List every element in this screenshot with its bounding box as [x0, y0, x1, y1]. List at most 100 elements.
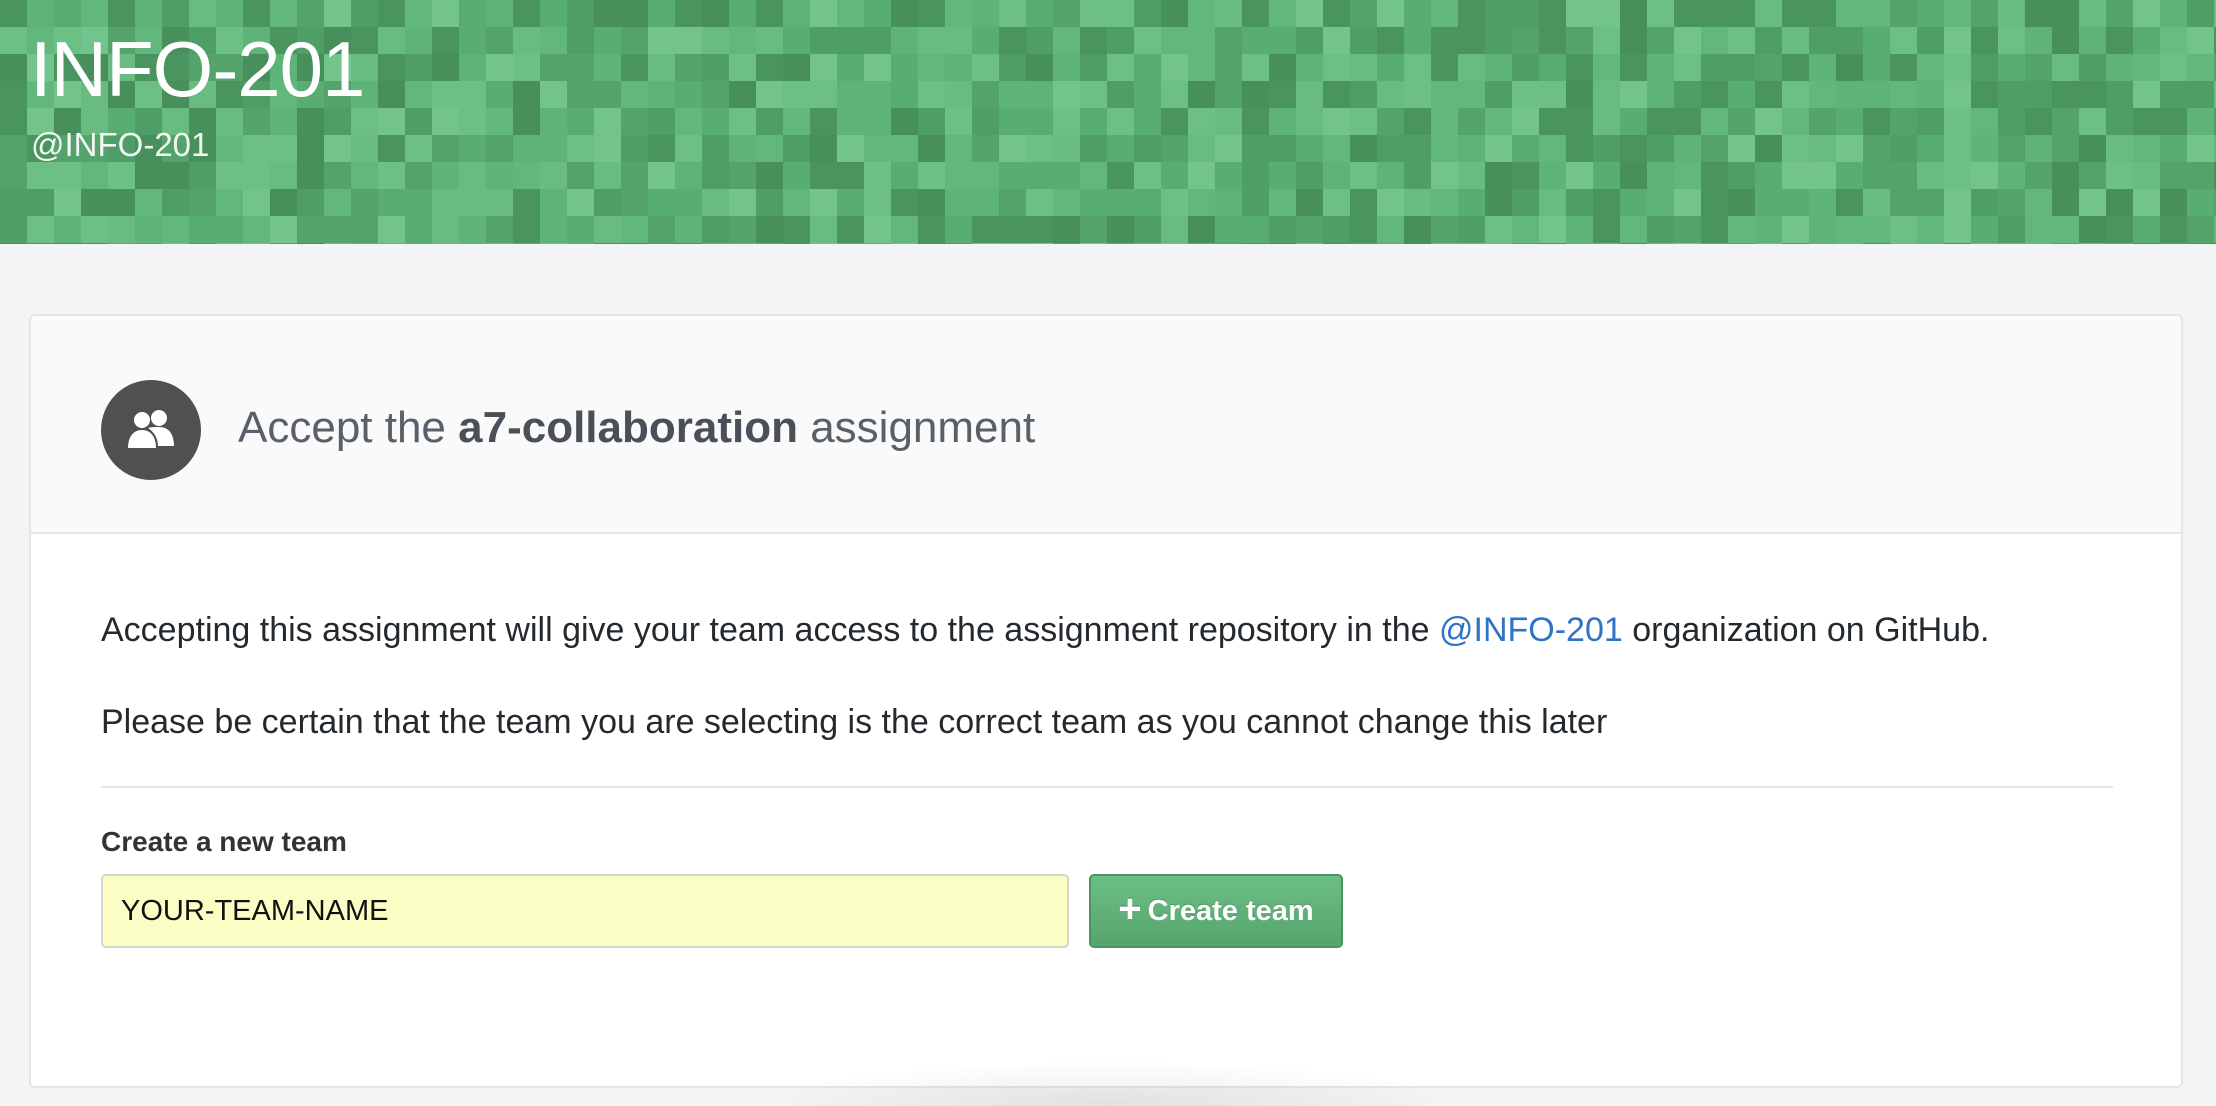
- banner-tile: [756, 27, 783, 54]
- banner-tile: [432, 135, 459, 162]
- banner-tile: [594, 27, 621, 54]
- banner-tile: [1998, 162, 2025, 189]
- banner-tile: [1539, 243, 1566, 244]
- create-team-button[interactable]: + Create team: [1089, 874, 1343, 948]
- banner-tile: [594, 0, 621, 27]
- banner-tile: [459, 243, 486, 244]
- banner-tile: [1674, 54, 1701, 81]
- banner-tile: [351, 189, 378, 216]
- banner-tile: [1539, 216, 1566, 243]
- banner-tile: [1458, 216, 1485, 243]
- banner-tile: [1647, 135, 1674, 162]
- banner-tile: [918, 243, 945, 244]
- banner-tile: [864, 0, 891, 27]
- banner-tile: [1080, 189, 1107, 216]
- banner-tile: [864, 135, 891, 162]
- org-link[interactable]: @INFO-201: [1439, 611, 1623, 649]
- banner-tile: [1269, 135, 1296, 162]
- banner-tile: [1053, 135, 1080, 162]
- banner-tile: [2106, 27, 2133, 54]
- banner-tile: [1674, 216, 1701, 243]
- banner-tile: [756, 162, 783, 189]
- banner-tile: [1755, 189, 1782, 216]
- banner-tile: [810, 81, 837, 108]
- banner-tile: [2025, 108, 2052, 135]
- banner-tile: [540, 162, 567, 189]
- banner-tile: [1755, 0, 1782, 27]
- banner-tile: [918, 135, 945, 162]
- banner-tile: [378, 54, 405, 81]
- banner-tile: [1674, 189, 1701, 216]
- banner-tile: [1566, 216, 1593, 243]
- banner-tile: [243, 189, 270, 216]
- banner-tile: [297, 0, 324, 27]
- banner-tile: [972, 27, 999, 54]
- banner-tile: [594, 135, 621, 162]
- banner-tile: [1674, 162, 1701, 189]
- banner-tile: [675, 189, 702, 216]
- banner-tile: [1728, 27, 1755, 54]
- banner-tile: [1377, 162, 1404, 189]
- banner-tile: [729, 216, 756, 243]
- banner-tile: [2052, 108, 2079, 135]
- banner-tile: [1485, 81, 1512, 108]
- banner-tile: [1404, 216, 1431, 243]
- banner-tile: [2052, 54, 2079, 81]
- banner-tile: [702, 81, 729, 108]
- banner-tile: [1755, 27, 1782, 54]
- banner-tile: [1323, 0, 1350, 27]
- banner-tile: [621, 189, 648, 216]
- banner-tile: [1377, 0, 1404, 27]
- banner-tile: [1404, 108, 1431, 135]
- banner-tile: [1431, 27, 1458, 54]
- banner-tile: [1701, 81, 1728, 108]
- banner-tile: [324, 243, 351, 244]
- banner-tile: [648, 0, 675, 27]
- banner-tile: [1971, 0, 1998, 27]
- banner-tile: [432, 54, 459, 81]
- banner-tile: [891, 27, 918, 54]
- banner-tile: [1620, 81, 1647, 108]
- banner-tile: [1134, 0, 1161, 27]
- banner-tile: [1296, 189, 1323, 216]
- banner-tile: [513, 243, 540, 244]
- banner-tile: [432, 189, 459, 216]
- banner-tile: [1404, 162, 1431, 189]
- banner-tile: [324, 189, 351, 216]
- banner-tile: [81, 216, 108, 243]
- title-suffix: assignment: [797, 403, 1036, 452]
- banner-tile: [54, 216, 81, 243]
- banner-tile: [486, 0, 513, 27]
- banner-tile: [945, 54, 972, 81]
- banner-tile: [675, 243, 702, 244]
- banner-tile: [324, 162, 351, 189]
- banner-tile: [1512, 54, 1539, 81]
- banner-tile: [432, 108, 459, 135]
- banner-tile: [351, 243, 378, 244]
- team-name-input[interactable]: [101, 874, 1069, 948]
- banner-tile: [648, 108, 675, 135]
- banner-tile: [243, 135, 270, 162]
- banner-tile: [999, 162, 1026, 189]
- banner-tile: [567, 54, 594, 81]
- banner-tile: [1944, 81, 1971, 108]
- banner-tile: [1215, 135, 1242, 162]
- banner-tile: [1728, 162, 1755, 189]
- banner-tile: [2133, 108, 2160, 135]
- banner-tile: [1755, 108, 1782, 135]
- banner-tile: [1782, 216, 1809, 243]
- banner-tile: [2133, 0, 2160, 27]
- banner-tile: [1755, 81, 1782, 108]
- banner-tile: [864, 81, 891, 108]
- banner-tile: [1242, 243, 1269, 244]
- banner-tile: [1809, 243, 1836, 244]
- banner-tile: [837, 216, 864, 243]
- banner-tile: [1755, 243, 1782, 244]
- banner-tile: [648, 135, 675, 162]
- banner-tile: [2187, 162, 2214, 189]
- banner-tile: [378, 216, 405, 243]
- banner-tile: [1647, 0, 1674, 27]
- banner-tile: [1188, 0, 1215, 27]
- banner-tile: [1539, 162, 1566, 189]
- banner-tile: [1350, 189, 1377, 216]
